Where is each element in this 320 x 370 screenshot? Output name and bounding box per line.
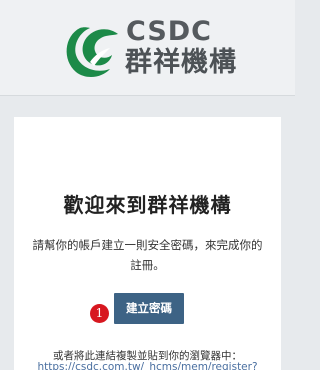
logo-text-latin: CSDC — [126, 16, 212, 47]
email-page: CSDC 群祥機構 歡迎來到群祥機構 請幫你的帳戶建立一則安全密碼，來完成你的註… — [0, 0, 295, 370]
create-password-button[interactable]: 建立密碼 — [114, 293, 184, 324]
email-card: 歡迎來到群祥機構 請幫你的帳戶建立一則安全密碼，來完成你的註冊。 1 建立密碼 … — [14, 117, 281, 370]
email-header: CSDC 群祥機構 — [0, 0, 295, 96]
register-link[interactable]: https://csdc.com.tw/_hcms/mem/register? — [14, 361, 281, 370]
step-marker-badge: 1 — [90, 304, 109, 323]
leaf-swirl-logo-icon — [66, 27, 118, 78]
logo-text-chinese: 群祥機構 — [125, 47, 237, 78]
instruction-text: 請幫你的帳戶建立一則安全密碼，來完成你的註冊。 — [32, 238, 263, 272]
welcome-heading: 歡迎來到群祥機構 — [63, 193, 232, 217]
